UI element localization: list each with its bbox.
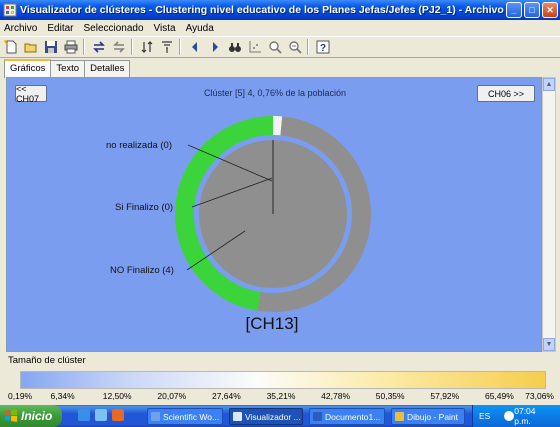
size-scale-tick: 57,92% (430, 391, 460, 401)
size-scale-tick: 35,21% (266, 391, 296, 401)
tab-detalles[interactable]: Detalles (84, 60, 131, 77)
toolbar: ? (0, 36, 560, 58)
legend-label-3: NO Finalizo (4) (110, 265, 174, 276)
tab-texto[interactable]: Texto (50, 60, 86, 77)
next-icon[interactable] (206, 38, 224, 56)
size-scale-tick: 0,19% (8, 391, 33, 401)
toolbar-separator (131, 39, 133, 55)
menu-bar: Archivo Editar Seleccionado Vista Ayuda (0, 20, 560, 36)
toolbar-separator (179, 39, 181, 55)
save-icon[interactable] (42, 38, 60, 56)
close-icon[interactable]: ✕ (542, 2, 558, 18)
size-scale-tick: 12,50% (102, 391, 132, 401)
menu-editar[interactable]: Editar (42, 23, 78, 34)
svg-text:?: ? (320, 43, 326, 54)
print-icon[interactable] (62, 38, 80, 56)
size-scale-tick: 65,49% (484, 391, 514, 401)
size-scale-tick: 20,07% (157, 391, 187, 401)
cluster-size-gradient (20, 371, 546, 389)
start-label: Inicio (21, 409, 53, 423)
taskbar-button-label: Visualizador ... (245, 411, 301, 422)
taskbar-button[interactable]: Visualizador ... (229, 408, 303, 425)
menu-ayuda[interactable]: Ayuda (181, 23, 219, 34)
size-scale-tick: 6,34% (50, 391, 75, 401)
taskbar-app-icon (233, 412, 242, 421)
legend-label-2: Si Finalizo (0) (115, 202, 173, 213)
menu-seleccionado[interactable]: Seleccionado (78, 23, 148, 34)
size-scale-tick: 50,35% (375, 391, 405, 401)
binoculars-icon[interactable] (226, 38, 244, 56)
taskbar-app-icon (151, 412, 160, 421)
clock: 07:04 p.m. (514, 406, 536, 426)
cluster-size-ticks: 0,19% 6,34% 12,50% 20,07% 27,64% 35,21% 42,78%… (6, 391, 556, 401)
window-controls: _ □ ✕ (506, 2, 558, 18)
size-scale-tick: 27,64% (211, 391, 241, 401)
zoom-in-icon[interactable] (266, 38, 284, 56)
language-indicator[interactable]: ES (479, 411, 490, 421)
open-icon[interactable] (22, 38, 40, 56)
windows-flag-icon (5, 409, 17, 422)
menu-archivo[interactable]: Archivo (0, 23, 42, 34)
swap-back-icon[interactable] (110, 38, 128, 56)
sort-icon[interactable] (138, 38, 156, 56)
scroll-down-icon[interactable]: ▼ (543, 338, 555, 351)
taskbar-button-label: Scientific Wo... (163, 411, 220, 422)
cluster-code-label: [CH13] (245, 314, 299, 333)
inner-pie (199, 140, 347, 288)
system-tray: ES 07:04 p.m. (472, 405, 560, 427)
new-icon[interactable] (2, 38, 20, 56)
cluster-size-label: Tamaño de clúster (8, 355, 86, 366)
taskbar-app-icon (395, 412, 404, 421)
tray-app-icon[interactable] (504, 411, 515, 421)
zoom-out-icon[interactable] (286, 38, 304, 56)
tab-graficos[interactable]: Gráficos (4, 59, 52, 78)
maximize-icon[interactable]: □ (524, 2, 540, 18)
taskbar-button[interactable]: Documento1... (309, 408, 385, 425)
start-button[interactable]: Inicio (0, 405, 62, 427)
size-scale-tick: 42,78% (321, 391, 351, 401)
scroll-up-icon[interactable]: ▲ (543, 78, 555, 91)
taskbar: Inicio Scientific Wo... Visualizador ... D… (0, 405, 560, 427)
menu-vista[interactable]: Vista (149, 23, 181, 34)
window-title: Visualizador de clústeres - Clustering n… (20, 4, 506, 16)
toolbar-separator (307, 39, 309, 55)
title-bar: Visualizador de clústeres - Clustering n… (0, 0, 560, 20)
taskbar-button-label: Dibujo - Paint (407, 411, 459, 422)
help-icon[interactable]: ? (314, 38, 332, 56)
taskbar-button[interactable]: Dibujo - Paint (391, 408, 465, 425)
legend-label-1: no realizada (0) (106, 140, 172, 151)
cluster-donut-chart: no realizada (0) Si Finalizo (0) NO Finali… (106, 116, 371, 312)
prev-icon[interactable] (186, 38, 204, 56)
firefox-icon[interactable] (112, 409, 124, 421)
taskbar-button[interactable]: Scientific Wo... (147, 408, 223, 425)
filter-icon[interactable] (158, 38, 176, 56)
vertical-scrollbar[interactable]: ▲ ▼ (542, 77, 556, 352)
minimize-icon[interactable]: _ (506, 2, 522, 18)
chart-panel: << CH07 Clúster [5] 4, 0,76% de la pobla… (6, 77, 542, 352)
quick-launch (78, 409, 124, 421)
scatter-icon[interactable] (246, 38, 264, 56)
app-icon (3, 3, 17, 17)
swap-icon[interactable] (90, 38, 108, 56)
ie-icon[interactable] (78, 409, 90, 421)
taskbar-button-label: Documento1... (325, 411, 381, 422)
size-scale-tick: 73,06% (525, 391, 554, 401)
toolbar-separator (83, 39, 85, 55)
desktop-icon[interactable] (95, 409, 107, 421)
legend-labels: no realizada (0) Si Finalizo (0) NO Finali… (106, 140, 174, 276)
view-tabs: Gráficos Texto Detalles (4, 59, 131, 78)
taskbar-app-icon (313, 412, 322, 421)
